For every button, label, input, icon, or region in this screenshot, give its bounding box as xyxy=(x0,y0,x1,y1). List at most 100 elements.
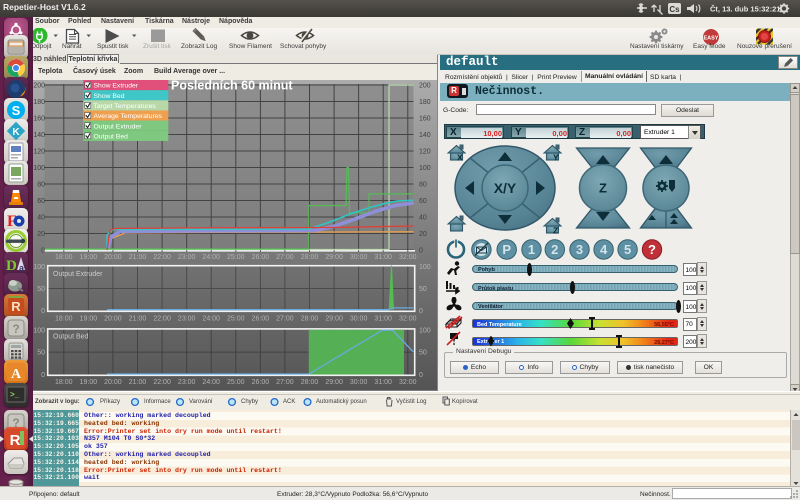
svg-text:0: 0 xyxy=(41,372,45,379)
svg-text:26:00: 26:00 xyxy=(252,254,270,261)
svg-text:40: 40 xyxy=(37,215,45,222)
svg-text:Output Bed: Output Bed xyxy=(53,334,89,341)
svg-text:28:00: 28:00 xyxy=(301,379,319,386)
svg-text:60: 60 xyxy=(37,198,45,205)
svg-text:22:00: 22:00 xyxy=(153,379,171,386)
svg-text:100: 100 xyxy=(419,165,431,172)
svg-text:50: 50 xyxy=(37,286,45,293)
svg-text:5: 5 xyxy=(624,242,631,257)
svg-text:0: 0 xyxy=(41,308,45,315)
svg-text:Output Extruder: Output Extruder xyxy=(94,123,143,130)
svg-text:24:00: 24:00 xyxy=(202,379,220,386)
svg-text:120: 120 xyxy=(33,149,45,156)
svg-text:Z: Z xyxy=(599,181,607,196)
svg-text:>_: >_ xyxy=(10,390,20,399)
svg-text:4: 4 xyxy=(600,242,608,257)
svg-text:?: ? xyxy=(648,242,656,257)
svg-text:19:00: 19:00 xyxy=(80,316,98,323)
svg-text:0: 0 xyxy=(41,248,45,255)
svg-text:25:00: 25:00 xyxy=(227,254,245,261)
svg-text:D: D xyxy=(6,258,17,274)
svg-text:X/Y: X/Y xyxy=(494,180,517,196)
svg-text:18:00: 18:00 xyxy=(55,316,73,323)
svg-text:27:00: 27:00 xyxy=(276,316,294,323)
svg-text:Average Temperatures: Average Temperatures xyxy=(94,113,163,120)
svg-text:80: 80 xyxy=(419,182,427,189)
svg-text:100: 100 xyxy=(419,264,431,271)
svg-text:19:00: 19:00 xyxy=(80,379,98,386)
svg-text:80: 80 xyxy=(37,182,45,189)
svg-text:180: 180 xyxy=(419,99,431,106)
svg-text:S: S xyxy=(12,103,21,118)
svg-text:P: P xyxy=(502,242,511,257)
svg-text:28:00: 28:00 xyxy=(301,316,319,323)
svg-text:30:00: 30:00 xyxy=(350,254,368,261)
svg-text:Cs: Cs xyxy=(669,5,680,14)
svg-text:32:00: 32:00 xyxy=(399,254,417,261)
svg-text:X: X xyxy=(457,153,463,163)
svg-text:100: 100 xyxy=(419,327,431,334)
svg-text:3: 3 xyxy=(576,242,583,257)
svg-text:30:00: 30:00 xyxy=(350,316,368,323)
svg-text:1: 1 xyxy=(528,242,535,257)
svg-text:2: 2 xyxy=(551,242,558,257)
svg-text:40: 40 xyxy=(419,215,427,222)
svg-text:26:00: 26:00 xyxy=(252,316,270,323)
svg-text:32:00: 32:00 xyxy=(399,316,417,323)
svg-text:22:00: 22:00 xyxy=(153,316,171,323)
svg-text:31:00: 31:00 xyxy=(374,316,392,323)
svg-text:31:00: 31:00 xyxy=(374,254,392,261)
svg-text:21:00: 21:00 xyxy=(129,316,147,323)
svg-text:20:00: 20:00 xyxy=(104,254,122,261)
svg-text:Z: Z xyxy=(553,226,558,236)
svg-text:0: 0 xyxy=(419,248,423,255)
svg-text:25:00: 25:00 xyxy=(227,316,245,323)
svg-text:120: 120 xyxy=(419,149,431,156)
svg-text:Y: Y xyxy=(553,153,559,163)
svg-text:K: K xyxy=(12,127,20,138)
svg-text:100: 100 xyxy=(33,264,45,271)
svg-text:18:00: 18:00 xyxy=(55,379,73,386)
svg-text:R: R xyxy=(10,432,21,449)
svg-text:EASY: EASY xyxy=(704,35,719,41)
svg-text:0: 0 xyxy=(419,372,423,379)
svg-text:30:00: 30:00 xyxy=(350,379,368,386)
svg-text:24:00: 24:00 xyxy=(202,316,220,323)
svg-text:Show Bed: Show Bed xyxy=(94,93,125,100)
svg-text:Posledních 60 minut: Posledních 60 minut xyxy=(171,80,293,93)
svg-text:18:00: 18:00 xyxy=(55,254,73,261)
svg-text:21:00: 21:00 xyxy=(129,254,147,261)
svg-text:Target Temperatures: Target Temperatures xyxy=(94,103,157,110)
svg-text:27:00: 27:00 xyxy=(276,254,294,261)
svg-text:25:00: 25:00 xyxy=(227,379,245,386)
svg-text:200: 200 xyxy=(33,83,45,90)
svg-text:29:00: 29:00 xyxy=(325,379,343,386)
svg-text:50: 50 xyxy=(37,350,45,357)
svg-text:32:00: 32:00 xyxy=(399,379,417,386)
svg-text:Čt, 13. dub 15:32:21: Čt, 13. dub 15:32:21 xyxy=(710,5,780,14)
svg-text:R: R xyxy=(11,299,21,314)
svg-text:23:00: 23:00 xyxy=(178,316,196,323)
svg-text:?: ? xyxy=(12,322,19,336)
svg-text:20:00: 20:00 xyxy=(104,316,122,323)
svg-text:26:00: 26:00 xyxy=(252,379,270,386)
svg-text:21:00: 21:00 xyxy=(129,379,147,386)
svg-text:28:00: 28:00 xyxy=(301,254,319,261)
svg-text:50: 50 xyxy=(419,286,427,293)
svg-text:160: 160 xyxy=(33,116,45,123)
svg-text:20: 20 xyxy=(37,231,45,238)
svg-text:140: 140 xyxy=(419,132,431,139)
svg-text:23:00: 23:00 xyxy=(178,254,196,261)
svg-text:24:00: 24:00 xyxy=(202,254,220,261)
svg-text:23:00: 23:00 xyxy=(178,379,196,386)
svg-text:100: 100 xyxy=(33,327,45,334)
svg-text:27:00: 27:00 xyxy=(276,379,294,386)
svg-text:20:00: 20:00 xyxy=(104,379,122,386)
svg-text:20: 20 xyxy=(419,231,427,238)
svg-text:0: 0 xyxy=(419,308,423,315)
svg-text:200: 200 xyxy=(419,83,431,90)
svg-text:140: 140 xyxy=(33,132,45,139)
svg-text:29:00: 29:00 xyxy=(325,254,343,261)
svg-text:22:00: 22:00 xyxy=(153,254,171,261)
svg-text:29:00: 29:00 xyxy=(325,316,343,323)
